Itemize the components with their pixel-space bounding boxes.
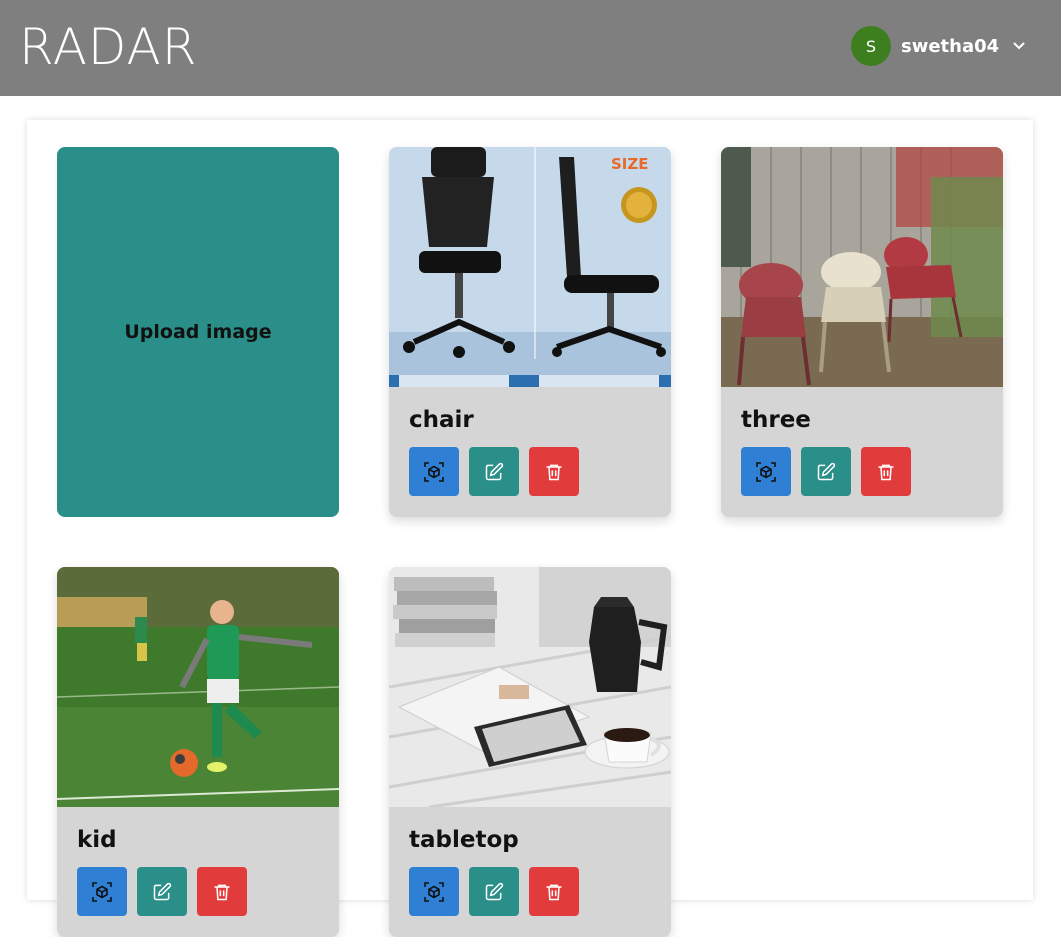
image-thumbnail[interactable]: SIZE <box>389 147 671 387</box>
view-3d-button[interactable] <box>741 447 791 496</box>
avatar[interactable]: S <box>851 26 891 66</box>
delete-button[interactable] <box>861 447 911 496</box>
user-menu[interactable]: S swetha04 <box>851 26 1026 66</box>
upload-image-label: Upload image <box>124 321 272 343</box>
app-logo[interactable]: RADAR <box>19 18 198 76</box>
edit-icon <box>485 462 504 480</box>
username[interactable]: swetha04 <box>901 36 999 57</box>
view-3d-button[interactable] <box>409 447 459 496</box>
trash-icon <box>546 464 562 480</box>
image-card-kid: kid <box>57 567 339 937</box>
edit-icon <box>485 882 504 900</box>
cube-ar-icon <box>424 881 444 902</box>
card-actions <box>77 867 247 916</box>
card-actions <box>741 447 911 496</box>
edit-button[interactable] <box>137 867 187 916</box>
image-title: chair <box>409 407 474 433</box>
edit-button[interactable] <box>469 867 519 916</box>
upload-image-button[interactable]: Upload image <box>57 147 339 517</box>
image-card-chair: SIZE chair <box>389 147 671 517</box>
image-card-tabletop: tabletop <box>389 567 671 937</box>
svg-text:SIZE: SIZE <box>611 155 649 173</box>
card-actions <box>409 447 579 496</box>
edit-icon <box>153 882 172 900</box>
top-bar: RADAR S swetha04 <box>0 0 1061 96</box>
trash-icon <box>878 464 894 480</box>
card-actions <box>409 867 579 916</box>
edit-button[interactable] <box>801 447 851 496</box>
view-3d-button[interactable] <box>77 867 127 916</box>
cube-ar-icon <box>424 461 444 482</box>
image-thumbnail[interactable] <box>57 567 339 807</box>
image-title: tabletop <box>409 827 519 853</box>
delete-button[interactable] <box>529 867 579 916</box>
image-thumbnail[interactable] <box>721 147 1003 387</box>
delete-button[interactable] <box>529 447 579 496</box>
image-thumbnail[interactable] <box>389 567 671 807</box>
trash-icon <box>546 884 562 900</box>
edit-icon <box>817 462 836 480</box>
edit-button[interactable] <box>469 447 519 496</box>
image-title: three <box>741 407 811 433</box>
trash-icon <box>214 884 230 900</box>
view-3d-button[interactable] <box>409 867 459 916</box>
image-title: kid <box>77 827 117 853</box>
cube-ar-icon <box>92 881 112 902</box>
delete-button[interactable] <box>197 867 247 916</box>
cube-ar-icon <box>756 461 776 482</box>
chevron-down-icon[interactable] <box>1012 39 1026 53</box>
image-card-three: three <box>721 147 1003 517</box>
